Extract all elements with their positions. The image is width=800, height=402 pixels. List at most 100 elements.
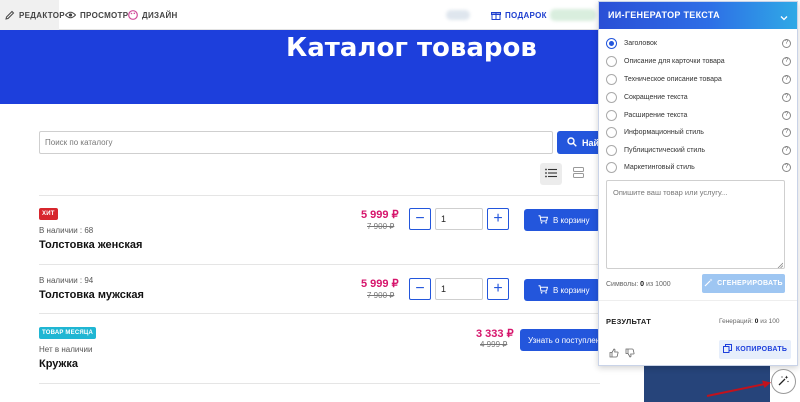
option-expand[interactable]: Расширение текста ? xyxy=(606,108,791,122)
option-label: Расширение текста xyxy=(624,111,688,119)
help-icon[interactable]: ? xyxy=(782,38,791,48)
row-divider xyxy=(39,264,600,265)
textarea-placeholder: Опишите ваш товар или услугу... xyxy=(613,188,728,197)
help-icon[interactable]: ? xyxy=(782,127,791,137)
palette-icon xyxy=(127,10,138,21)
option-info-style[interactable]: Информационный стиль ? xyxy=(606,125,791,139)
blurred-item xyxy=(446,10,470,20)
generate-button[interactable]: СГЕНЕРИРОВАТЬ xyxy=(702,274,785,293)
product-name[interactable]: Толстовка мужская xyxy=(39,289,144,301)
quantity-increase-button[interactable]: + xyxy=(487,208,509,230)
quantity-input[interactable]: 1 xyxy=(435,278,483,300)
panel-header: ИИ-ГЕНЕРАТОР ТЕКСТА xyxy=(599,2,797,29)
grid-view-button[interactable] xyxy=(567,163,589,185)
help-icon[interactable]: ? xyxy=(782,145,791,155)
copy-label: КОПИРОВАТЬ xyxy=(735,346,788,353)
product-old-price: 7 900 ₽ xyxy=(367,291,395,300)
list-icon xyxy=(545,165,557,183)
design-tab-label: ДИЗАЙН xyxy=(142,10,178,20)
copy-button[interactable]: КОПИРОВАТЬ xyxy=(719,340,791,359)
generations-counter: Генераций: 0 из 100 xyxy=(719,318,779,325)
option-label: Описание для карточки товара xyxy=(624,57,725,65)
quantity-input[interactable]: 1 xyxy=(435,208,483,230)
option-tech-description[interactable]: Техническое описание товара ? xyxy=(606,72,791,86)
result-heading: РЕЗУЛЬТАТ xyxy=(606,317,652,326)
eye-icon xyxy=(65,10,76,21)
row-divider xyxy=(39,313,600,314)
help-icon[interactable]: ? xyxy=(782,56,791,66)
product-old-price: 4 999 ₽ xyxy=(480,340,508,349)
top-toolbar: РЕДАКТОР ПРОСМОТР ДИЗАЙН ПОДАРОК xyxy=(0,0,600,30)
add-to-cart-label: В корзину xyxy=(553,215,590,225)
add-to-cart-label: В корзину xyxy=(553,285,590,295)
cart-icon xyxy=(538,284,549,296)
thumbs-up-icon[interactable] xyxy=(609,345,619,358)
product-price: 3 333 ₽ xyxy=(476,328,514,340)
product-name[interactable]: Кружка xyxy=(39,358,78,370)
option-label: Заголовок xyxy=(624,39,657,47)
gift-label: ПОДАРОК xyxy=(505,10,547,20)
preview-tab[interactable]: ПРОСМОТР xyxy=(65,0,128,30)
gift-icon xyxy=(490,10,501,21)
row-divider xyxy=(39,383,600,384)
help-icon[interactable]: ? xyxy=(782,74,791,84)
generations-suffix: из 100 xyxy=(760,318,780,325)
pencil-icon xyxy=(5,10,15,21)
list-view-button[interactable] xyxy=(540,163,562,185)
option-label: Маркетинговый стиль xyxy=(624,163,695,171)
panel-title: ИИ-ГЕНЕРАТОР ТЕКСТА xyxy=(608,10,720,20)
quantity-increase-button[interactable]: + xyxy=(487,278,509,300)
annotation-arrow-icon xyxy=(706,380,771,397)
radio-button[interactable] xyxy=(606,91,617,103)
product-description-textarea[interactable]: Опишите ваш товар или услугу... xyxy=(606,180,785,269)
radio-button[interactable] xyxy=(606,37,617,49)
help-icon[interactable]: ? xyxy=(782,162,791,172)
option-title[interactable]: Заголовок ? xyxy=(606,36,791,50)
option-shorten[interactable]: Сокращение текста ? xyxy=(606,90,791,104)
month-product-badge: ТОВАР МЕСЯЦА xyxy=(39,327,96,339)
search-button-label: Най xyxy=(582,137,600,148)
generations-count: 0 xyxy=(754,318,759,325)
option-card-description[interactable]: Описание для карточки товара ? xyxy=(606,54,791,68)
resize-handle-icon[interactable] xyxy=(777,261,784,269)
preview-tab-label: ПРОСМОТР xyxy=(80,10,129,20)
editor-tab-label: РЕДАКТОР xyxy=(19,10,65,20)
notify-availability-button[interactable]: Узнать о поступлении xyxy=(520,329,600,351)
chars-prefix: Символы: xyxy=(606,281,639,288)
design-tab[interactable]: ДИЗАЙН xyxy=(127,0,178,30)
catalog-hero: Каталог товаров xyxy=(0,30,600,104)
notify-availability-label: Узнать о поступлении xyxy=(528,335,600,345)
help-icon[interactable]: ? xyxy=(782,92,791,102)
option-publicist-style[interactable]: Публицистический стиль ? xyxy=(606,143,791,157)
generations-prefix: Генераций: xyxy=(719,318,753,325)
chevron-down-icon[interactable] xyxy=(779,10,789,21)
copy-icon xyxy=(722,344,732,355)
add-to-cart-button[interactable]: В корзину xyxy=(524,279,600,301)
radio-button[interactable] xyxy=(606,55,617,67)
radio-button[interactable] xyxy=(606,109,617,121)
product-name[interactable]: Толстовка женская xyxy=(39,239,142,251)
magic-wand-icon xyxy=(778,373,789,391)
chars-count: 0 xyxy=(640,281,645,288)
editor-tab[interactable]: РЕДАКТОР xyxy=(0,0,65,30)
gift-button[interactable]: ПОДАРОК xyxy=(490,0,547,30)
thumbs-down-icon[interactable] xyxy=(625,345,635,358)
row-divider xyxy=(39,195,600,196)
chars-suffix: из 1000 xyxy=(646,281,671,288)
option-label: Сокращение текста xyxy=(624,93,688,101)
radio-button[interactable] xyxy=(606,126,617,138)
ai-generator-toggle-button[interactable] xyxy=(771,369,796,394)
help-icon[interactable]: ? xyxy=(782,110,791,120)
quantity-decrease-button[interactable]: − xyxy=(409,278,431,300)
quantity-decrease-button[interactable]: − xyxy=(409,208,431,230)
radio-button[interactable] xyxy=(606,144,617,156)
generate-label: СГЕНЕРИРОВАТЬ xyxy=(717,280,783,287)
radio-button[interactable] xyxy=(606,161,617,173)
catalog-search-input[interactable]: Поиск по каталогу xyxy=(39,131,553,154)
option-marketing-style[interactable]: Маркетинговый стиль ? xyxy=(606,160,791,174)
add-to-cart-button[interactable]: В корзину xyxy=(524,209,600,231)
radio-button[interactable] xyxy=(606,73,617,85)
product-price: 5 999 ₽ xyxy=(361,278,399,290)
rows-icon xyxy=(572,165,584,183)
product-old-price: 7 900 ₽ xyxy=(367,222,395,231)
